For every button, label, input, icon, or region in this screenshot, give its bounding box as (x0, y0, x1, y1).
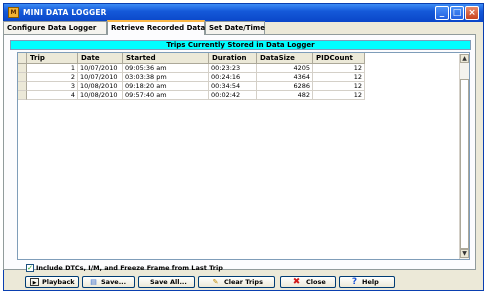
table-cell[interactable]: 10/07/2010 (78, 73, 123, 82)
table-cell[interactable]: 6286 (257, 82, 313, 91)
tab-retrieve-recorded-data[interactable]: Retrieve Recorded Data (107, 20, 205, 35)
broom-icon: ✎ (212, 278, 219, 286)
table-cell[interactable]: 2 (27, 73, 78, 82)
save-all-button[interactable]: Save All... (138, 276, 195, 288)
table-cell[interactable]: 1 (27, 64, 78, 73)
row-selector[interactable] (18, 91, 27, 100)
table-cell[interactable]: 00:23:23 (209, 64, 257, 73)
include-dtc-label: Include DTCs, I/M, and Freeze Frame from… (36, 264, 223, 272)
table-cell[interactable]: 12 (313, 91, 365, 100)
table-cell[interactable]: 09:57:40 am (123, 91, 209, 100)
tab-configure-data-logger[interactable]: Configure Data Logger (3, 21, 107, 34)
column-header-trip[interactable]: Trip (27, 53, 78, 64)
clear-trips-button[interactable]: ✎ Clear Trips (198, 276, 275, 288)
playback-label: Playback (42, 278, 75, 286)
table-cell[interactable]: 00:24:16 (209, 73, 257, 82)
column-header-date[interactable]: Date (78, 53, 123, 64)
help-button[interactable]: ? Help (339, 276, 395, 288)
close-button[interactable]: ✖ Close (280, 276, 336, 288)
title-bar[interactable]: M MINI DATA LOGGER _ □ × (4, 4, 483, 22)
scroll-down-icon[interactable]: ▼ (460, 249, 469, 258)
maximize-icon[interactable]: □ (450, 6, 464, 20)
playback-button[interactable]: ▶ Playback (25, 276, 79, 288)
table-cell[interactable]: 12 (313, 73, 365, 82)
scroll-up-icon[interactable]: ▲ (460, 54, 469, 63)
save-all-label: Save All... (150, 278, 187, 286)
table-cell[interactable]: 3 (27, 82, 78, 91)
column-header-datasize[interactable]: DataSize (257, 53, 313, 64)
table-cell[interactable]: 12 (313, 64, 365, 73)
table-cell[interactable]: 09:18:20 am (123, 82, 209, 91)
table-cell[interactable]: 4 (27, 91, 78, 100)
column-header-duration[interactable]: Duration (209, 53, 257, 64)
row-selector-header (18, 53, 27, 64)
close-x-icon: ✖ (292, 277, 301, 287)
table-cell[interactable]: 10/07/2010 (78, 64, 123, 73)
vertical-scrollbar[interactable]: ▲ ▼ (459, 54, 469, 259)
row-selector[interactable] (18, 73, 27, 82)
trips-table: Trip Date Started Duration DataSize PIDC… (17, 52, 470, 260)
help-label: Help (362, 278, 379, 286)
table-cell[interactable]: 03:03:38 pm (123, 73, 209, 82)
tab-set-date-time[interactable]: Set Date/Time (205, 21, 265, 34)
table-cell[interactable]: 10/08/2010 (78, 82, 123, 91)
column-header-pidcount[interactable]: PIDCount (313, 53, 365, 64)
save-button[interactable]: ▤ Save... (82, 276, 135, 288)
column-header-started[interactable]: Started (123, 53, 209, 64)
window-title: MINI DATA LOGGER (23, 8, 107, 17)
close-window-icon[interactable]: × (465, 6, 479, 20)
row-selector[interactable] (18, 82, 27, 91)
table-cell[interactable]: 482 (257, 91, 313, 100)
table-cell[interactable]: 4205 (257, 64, 313, 73)
table-caption: Trips Currently Stored in Data Logger (10, 40, 471, 50)
table-cell[interactable]: 10/08/2010 (78, 91, 123, 100)
save-icon: ▤ (90, 278, 97, 286)
include-dtc-checkbox[interactable]: ✓ (26, 264, 34, 272)
save-label: Save... (101, 278, 127, 286)
row-selector[interactable] (18, 64, 27, 73)
help-icon: ? (351, 277, 358, 287)
table-cell[interactable]: 00:02:42 (209, 91, 257, 100)
table-cell[interactable]: 09:05:36 am (123, 64, 209, 73)
scrollbar-thumb[interactable] (460, 79, 469, 249)
close-label: Close (306, 278, 326, 286)
minimize-icon[interactable]: _ (435, 6, 449, 20)
table-cell[interactable]: 00:34:54 (209, 82, 257, 91)
table-cell[interactable]: 4364 (257, 73, 313, 82)
app-logo-icon[interactable]: M (8, 7, 19, 18)
clear-trips-label: Clear Trips (224, 278, 263, 286)
table-cell[interactable]: 12 (313, 82, 365, 91)
playback-icon: ▶ (30, 278, 39, 286)
